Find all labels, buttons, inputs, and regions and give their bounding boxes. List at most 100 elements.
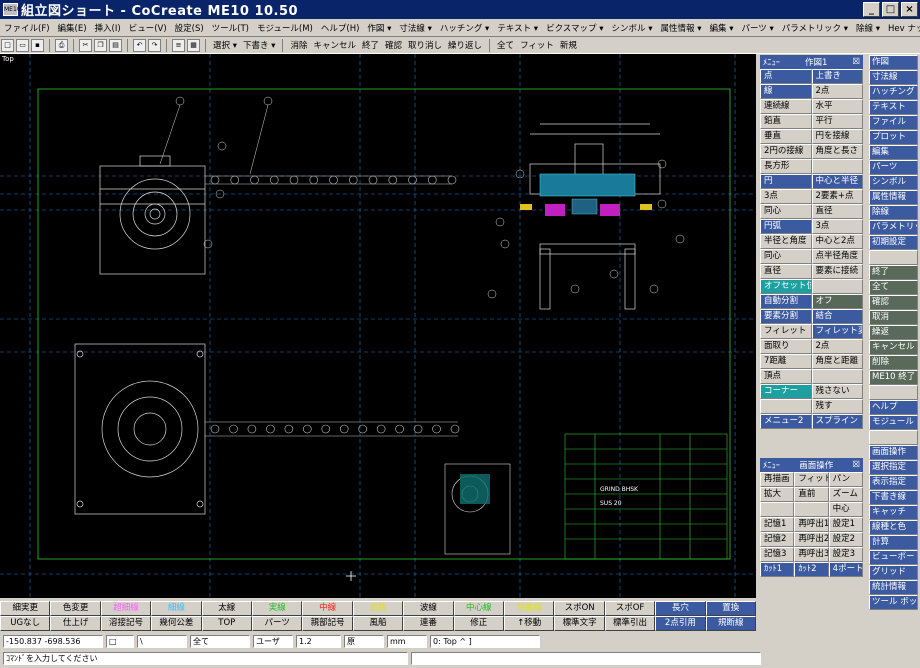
- draw-command[interactable]: 垂直: [760, 129, 812, 144]
- panel-menu-icon[interactable]: ﾒﾆｭｰ: [763, 459, 780, 471]
- command-button[interactable]: 色変更: [50, 601, 101, 616]
- linetype-field[interactable]: \: [137, 635, 187, 648]
- redo-icon[interactable]: ↷: [148, 38, 161, 52]
- main-menu-button[interactable]: 属性情報: [869, 190, 918, 205]
- main-menu-button[interactable]: グリッド: [869, 565, 918, 580]
- draw-command[interactable]: 2円の接線: [760, 144, 812, 159]
- draw-command[interactable]: 角度と距離: [811, 354, 863, 369]
- main-menu-button[interactable]: 寸法線: [869, 70, 918, 85]
- view-command[interactable]: 再描画: [760, 472, 795, 487]
- menu-item[interactable]: ハッチング ▾: [436, 22, 493, 34]
- draw-command[interactable]: スプライン: [811, 414, 863, 429]
- overwrite-dropdown[interactable]: 下書き ▾: [240, 39, 278, 51]
- draw-command[interactable]: 水平: [811, 99, 863, 114]
- main-menu-button[interactable]: 作図: [869, 55, 918, 70]
- draw-command[interactable]: 角度と長さ: [811, 144, 863, 159]
- main-menu-button[interactable]: キャンセル: [869, 340, 918, 355]
- draw-command[interactable]: 連続線: [760, 99, 812, 114]
- command-button[interactable]: 置換: [705, 601, 756, 616]
- main-menu-button[interactable]: ファイル: [869, 115, 918, 130]
- command-button[interactable]: 幾何公差: [151, 616, 202, 631]
- main-menu-button[interactable]: 確認: [869, 295, 918, 310]
- draw-command[interactable]: 7距離: [760, 354, 812, 369]
- view-command[interactable]: パン: [828, 472, 863, 487]
- width-field[interactable]: 全て: [190, 635, 250, 648]
- draw-command[interactable]: フィレット変更: [811, 324, 863, 339]
- panel-menu-icon[interactable]: ﾒﾆｭｰ: [763, 56, 780, 68]
- toolbar-action[interactable]: 取り消し: [405, 39, 445, 51]
- draw-command[interactable]: 平行: [811, 114, 863, 129]
- command-button[interactable]: TOP: [201, 616, 252, 631]
- toolbar-action[interactable]: 確認: [382, 39, 405, 51]
- command-button[interactable]: 修正: [453, 616, 504, 631]
- draw-command[interactable]: 円を接線: [811, 129, 863, 144]
- maximize-button[interactable]: □: [882, 2, 899, 17]
- close-icon[interactable]: ☒: [852, 460, 860, 470]
- draw-command[interactable]: 直径: [811, 204, 863, 219]
- command-button[interactable]: 長穴: [655, 601, 706, 616]
- draw-command[interactable]: [811, 159, 863, 174]
- draw-command[interactable]: 線: [760, 84, 812, 99]
- toolbar-action[interactable]: 繰り返し: [445, 39, 485, 51]
- main-menu-button[interactable]: ビューポート: [869, 550, 918, 565]
- save-icon[interactable]: ▪: [31, 38, 44, 52]
- main-menu-button[interactable]: プロット: [869, 130, 918, 145]
- drawing-viewport[interactable]: Top GRIND BHSK SUS 20: [0, 54, 756, 598]
- layer-field[interactable]: □: [106, 635, 134, 648]
- command-button[interactable]: 超細線: [100, 601, 152, 616]
- command-button[interactable]: UGなし: [0, 616, 51, 631]
- menu-item[interactable]: モジュール(M): [253, 22, 317, 34]
- new-button[interactable]: 新規: [557, 39, 580, 51]
- main-menu-button[interactable]: キャッチ: [869, 505, 918, 520]
- menu-item[interactable]: 除線 ▾: [852, 22, 884, 34]
- draw-command[interactable]: 同心: [760, 204, 812, 219]
- menu-item[interactable]: 寸法線 ▾: [395, 22, 435, 34]
- draw-command[interactable]: メニュー2: [760, 414, 812, 429]
- view-command[interactable]: 再呼出3: [794, 547, 829, 562]
- cut-icon[interactable]: ✂: [79, 38, 92, 52]
- draw-command[interactable]: 中心と2点: [811, 234, 863, 249]
- view-command[interactable]: ズーム: [828, 487, 863, 502]
- menu-item[interactable]: 設定(S): [171, 22, 208, 34]
- menu-item[interactable]: 作図 ▾: [363, 22, 395, 34]
- copy-icon[interactable]: ❐: [94, 38, 107, 52]
- draw-command[interactable]: オフ: [811, 294, 863, 309]
- toolbar-action[interactable]: 終了: [359, 39, 382, 51]
- menu-item[interactable]: ビクスマップ ▾: [542, 22, 607, 34]
- close-button[interactable]: ×: [901, 2, 918, 17]
- view-command[interactable]: [760, 502, 795, 517]
- command-button[interactable]: 細線: [151, 601, 202, 616]
- undo-icon[interactable]: ↶: [133, 38, 146, 52]
- draw-command[interactable]: 2点: [811, 339, 863, 354]
- main-menu-button[interactable]: [869, 250, 918, 265]
- draw-command[interactable]: 要素に接続: [811, 264, 863, 279]
- main-menu-button[interactable]: 除線: [869, 205, 918, 220]
- view-command[interactable]: 記憶2: [760, 532, 795, 547]
- command-button[interactable]: 中線: [302, 601, 353, 616]
- command-button[interactable]: 実線: [252, 601, 303, 616]
- print-icon[interactable]: ⎙: [55, 38, 68, 52]
- main-menu-button[interactable]: ME10 終了: [869, 370, 918, 385]
- view-command[interactable]: 中心: [828, 502, 863, 517]
- open-folder-icon[interactable]: ▭: [16, 38, 29, 52]
- command-button[interactable]: 標準文字: [554, 616, 605, 631]
- units-field[interactable]: 原: [344, 635, 384, 648]
- menu-item[interactable]: ビュー(V): [125, 22, 171, 34]
- command-button[interactable]: スポON: [554, 601, 605, 616]
- view-command[interactable]: 4ポート: [828, 562, 863, 577]
- draw-command[interactable]: 直径: [760, 264, 812, 279]
- draw-command[interactable]: コーナー: [760, 384, 812, 399]
- command-button[interactable]: 標準引出: [604, 616, 656, 631]
- draw-command[interactable]: 3点: [760, 189, 812, 204]
- select-dropdown[interactable]: 選択 ▾: [210, 39, 240, 51]
- main-menu-button[interactable]: 下書き線: [869, 490, 918, 505]
- draw-command[interactable]: 長方形: [760, 159, 812, 174]
- main-menu-button[interactable]: 全て: [869, 280, 918, 295]
- draw-command[interactable]: [760, 399, 812, 414]
- draw-command[interactable]: フィレット: [760, 324, 812, 339]
- all-button[interactable]: 全て: [494, 39, 517, 51]
- fit-button[interactable]: フィット: [517, 39, 557, 51]
- main-menu-button[interactable]: 編集: [869, 145, 918, 160]
- view-command[interactable]: 直前: [794, 487, 829, 502]
- draw-command[interactable]: 要素分割: [760, 309, 812, 324]
